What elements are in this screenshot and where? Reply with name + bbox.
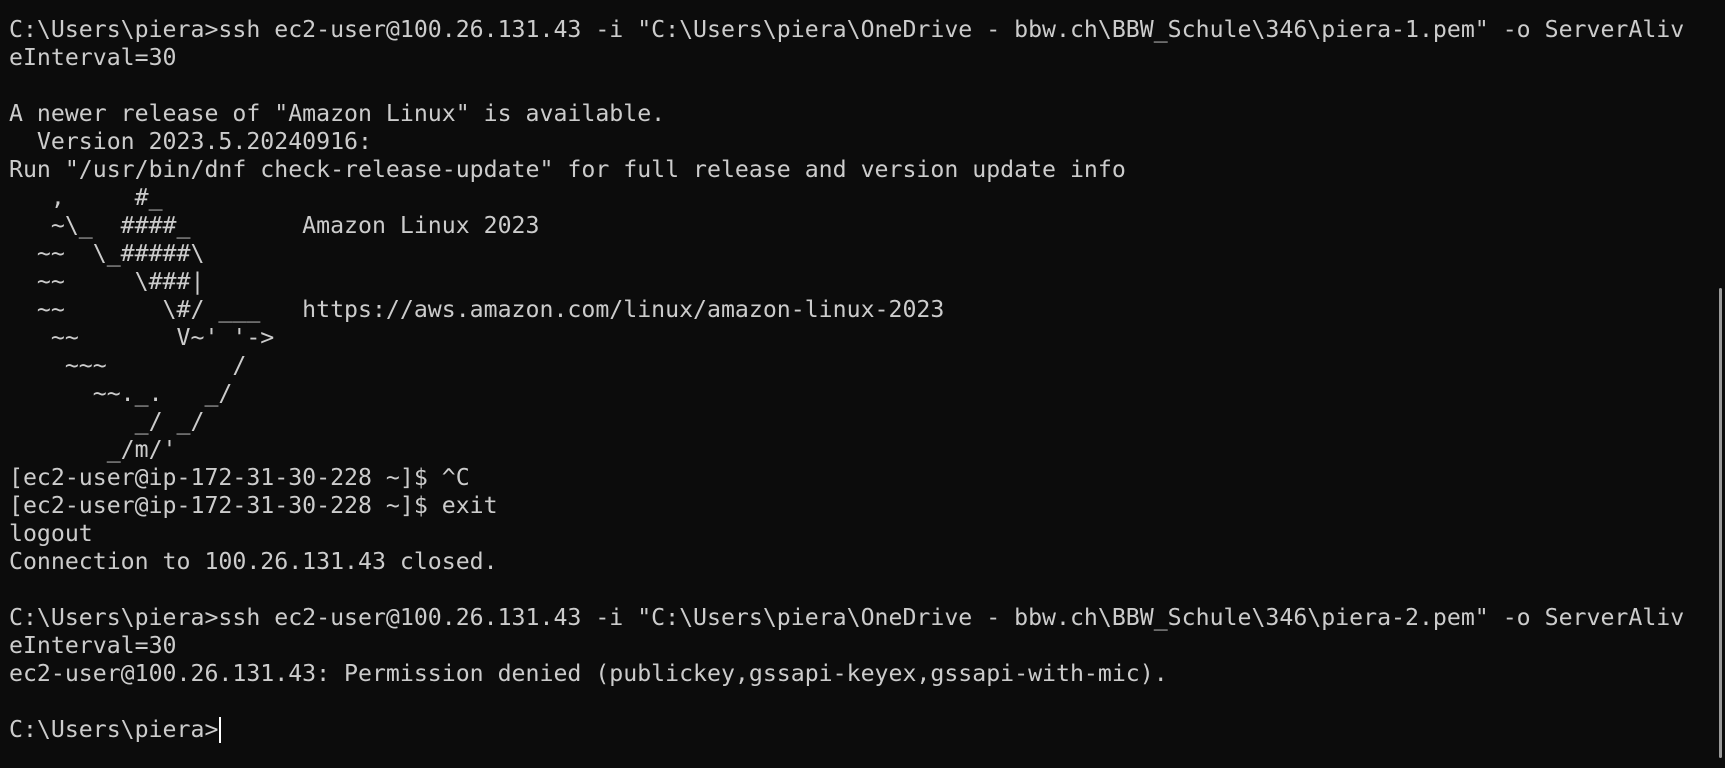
output-line: [ec2-user@ip-172-31-30-228 ~]$ exit [9, 492, 498, 519]
ascii-art-line: _/ _/ [9, 408, 205, 435]
prompt-line[interactable]: C:\Users\piera> [9, 716, 1725, 744]
ascii-art-line: ~~ \_#####\ [9, 240, 205, 267]
output-line: eInterval=30 [9, 632, 177, 659]
output-line: logout [9, 520, 93, 547]
output-line: Run "/usr/bin/dnf check-release-update" … [9, 156, 1126, 183]
output-line: [ec2-user@ip-172-31-30-228 ~]$ ^C [9, 464, 470, 491]
output-line: C:\Users\piera>ssh ec2-user@100.26.131.4… [9, 16, 1685, 43]
ascii-art-line: ~~._. _/ [9, 380, 233, 407]
terminal-window[interactable]: C:\Users\piera>ssh ec2-user@100.26.131.4… [0, 0, 1725, 768]
terminal-output[interactable]: C:\Users\piera>ssh ec2-user@100.26.131.4… [9, 16, 1725, 744]
ascii-art-line: ~\_ ####_ Amazon Linux 2023 [9, 212, 540, 239]
output-line: A newer release of "Amazon Linux" is ava… [9, 100, 666, 127]
ascii-art-line: , #_ [9, 184, 163, 211]
output-line: Connection to 100.26.131.43 closed. [9, 548, 498, 575]
output-line: C:\Users\piera>ssh ec2-user@100.26.131.4… [9, 604, 1685, 631]
output-line: ec2-user@100.26.131.43: Permission denie… [9, 660, 1168, 687]
scrollbar-thumb[interactable] [1719, 288, 1722, 758]
ascii-art-line: ~~ V~' '-> [9, 324, 275, 351]
output-line: Version 2023.5.20240916: [9, 128, 372, 155]
output-line: eInterval=30 [9, 44, 177, 71]
ascii-art-line: ~~ \###| [9, 268, 205, 295]
text-cursor [219, 717, 222, 743]
ascii-art-line: _/m/' [9, 436, 177, 463]
command-prompt: C:\Users\piera> [9, 716, 219, 743]
ascii-art-line: ~~~ / [9, 352, 247, 379]
ascii-art-line: ~~ \#/ ___ https://aws.amazon.com/linux/… [9, 296, 945, 323]
